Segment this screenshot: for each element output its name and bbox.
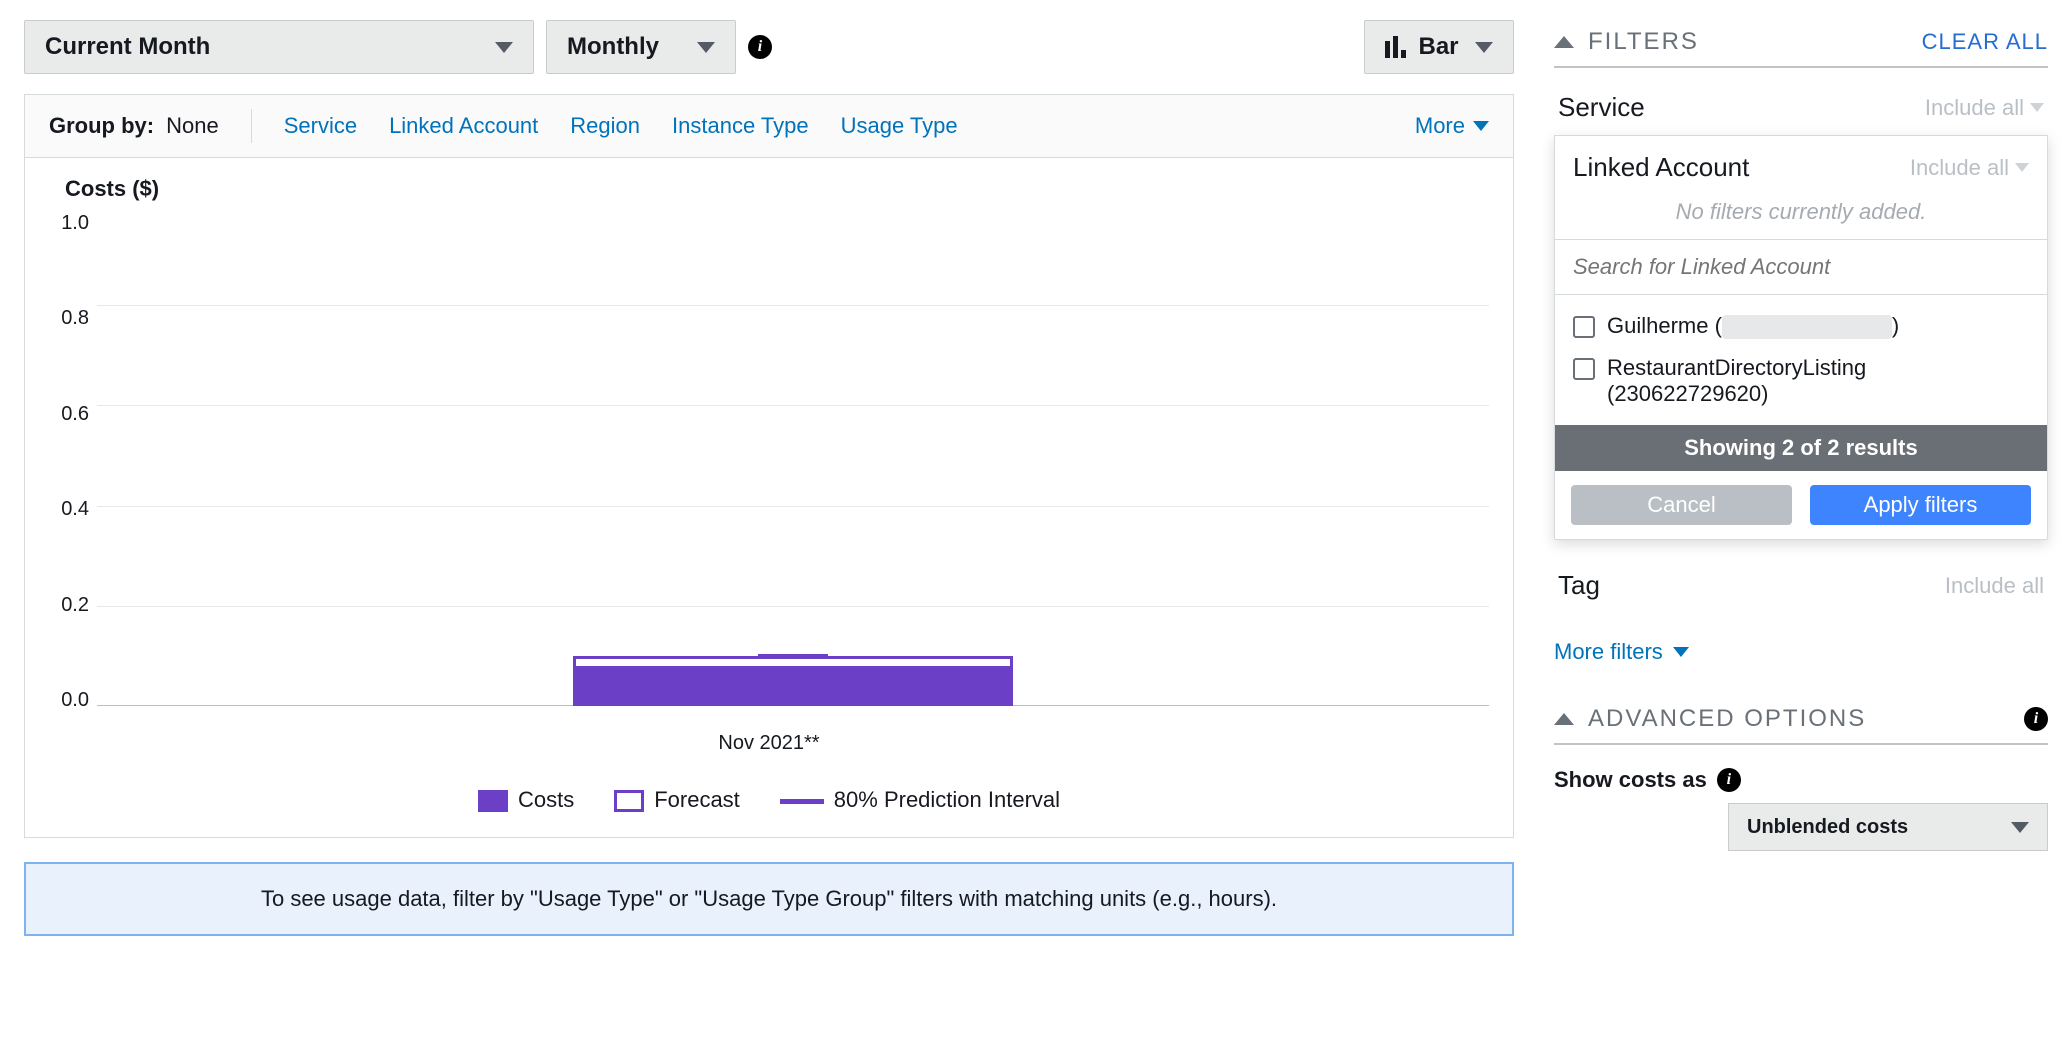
group-by-usage-type[interactable]: Usage Type [841,113,958,139]
chart-legend: Costs Forecast 80% Prediction Interval [49,787,1489,813]
chevron-down-icon [697,42,715,53]
chevron-down-icon [1673,647,1689,657]
chevron-down-icon [1475,42,1493,53]
chart-panel: Costs ($) 1.0 0.8 0.6 0.4 0.2 0.0 [24,158,1514,838]
filter-service[interactable]: Service Include all [1554,80,2048,136]
legend-swatch-costs [478,790,508,812]
no-filters-text: No filters currently added. [1555,193,2047,239]
more-filters-link[interactable]: More filters [1554,639,2048,665]
chevron-down-icon [2015,163,2029,172]
legend-swatch-interval [780,799,824,804]
usage-hint-banner: To see usage data, filter by "Usage Type… [24,862,1514,936]
info-icon[interactable]: i [748,35,772,59]
advanced-heading: ADVANCED OPTIONS [1588,705,1866,733]
granularity-select[interactable]: Monthly [546,20,736,74]
info-icon[interactable]: i [2024,707,2048,731]
chart-title: Costs ($) [65,176,1489,202]
group-by-bar: Group by: None Service Linked Account Re… [24,94,1514,158]
chevron-down-icon [495,42,513,53]
cost-type-select[interactable]: Unblended costs [1728,803,2048,851]
group-by-value: None [166,113,219,139]
bar-chart-icon [1385,36,1406,58]
time-range-label: Current Month [45,33,210,61]
collapse-icon[interactable] [1554,713,1574,725]
time-range-select[interactable]: Current Month [24,20,534,74]
group-by-service[interactable]: Service [284,113,357,139]
chevron-down-icon [2011,822,2029,833]
info-icon[interactable]: i [1717,768,1741,792]
filter-linked-account-label: Linked Account [1573,152,1749,183]
bar-costs [573,666,1013,706]
clear-all-button[interactable]: CLEAR ALL [1922,29,2048,55]
group-by-linked-account[interactable]: Linked Account [389,113,538,139]
chevron-down-icon [2030,103,2044,112]
group-by-label: Group by: [49,113,154,139]
linked-account-filter-popup: Linked Account Include all No filters cu… [1554,135,2048,540]
filters-heading: FILTERS [1588,28,1699,56]
filter-tag[interactable]: Tag Include all [1554,558,2048,613]
linked-account-option[interactable]: Guilherme () [1555,305,2047,347]
filter-tag-mode[interactable]: Include all [1945,573,2044,599]
chart-type-label: Bar [1418,33,1458,61]
legend-swatch-forecast [614,790,644,812]
group-by-region[interactable]: Region [570,113,640,139]
chart-type-select[interactable]: Bar [1364,20,1514,74]
collapse-icon[interactable] [1554,36,1574,48]
checkbox-icon[interactable] [1573,358,1595,380]
apply-filters-button[interactable]: Apply filters [1810,485,2031,525]
bar-nov-2021[interactable] [573,656,1013,706]
granularity-label: Monthly [567,33,659,61]
filter-linked-account-mode[interactable]: Include all [1910,155,2029,181]
linked-account-option[interactable]: RestaurantDirectoryListing (230622729620… [1555,347,2047,415]
group-by-instance-type[interactable]: Instance Type [672,113,809,139]
y-axis-ticks: 1.0 0.8 0.6 0.4 0.2 0.0 [49,212,97,712]
prediction-interval-marker [758,654,828,659]
filter-service-mode[interactable]: Include all [1925,95,2044,121]
cancel-button[interactable]: Cancel [1571,485,1792,525]
chevron-down-icon [1473,121,1489,131]
group-by-more[interactable]: More [1415,113,1489,139]
x-axis-label: Nov 2021** [49,732,1489,755]
linked-account-search-input[interactable] [1555,240,2047,294]
divider [251,109,252,143]
chart-plot-area [97,206,1489,726]
redacted-id [1722,315,1892,339]
results-count: Showing 2 of 2 results [1555,425,2047,471]
checkbox-icon[interactable] [1573,316,1595,338]
show-costs-label: Show costs as i [1554,767,2048,793]
